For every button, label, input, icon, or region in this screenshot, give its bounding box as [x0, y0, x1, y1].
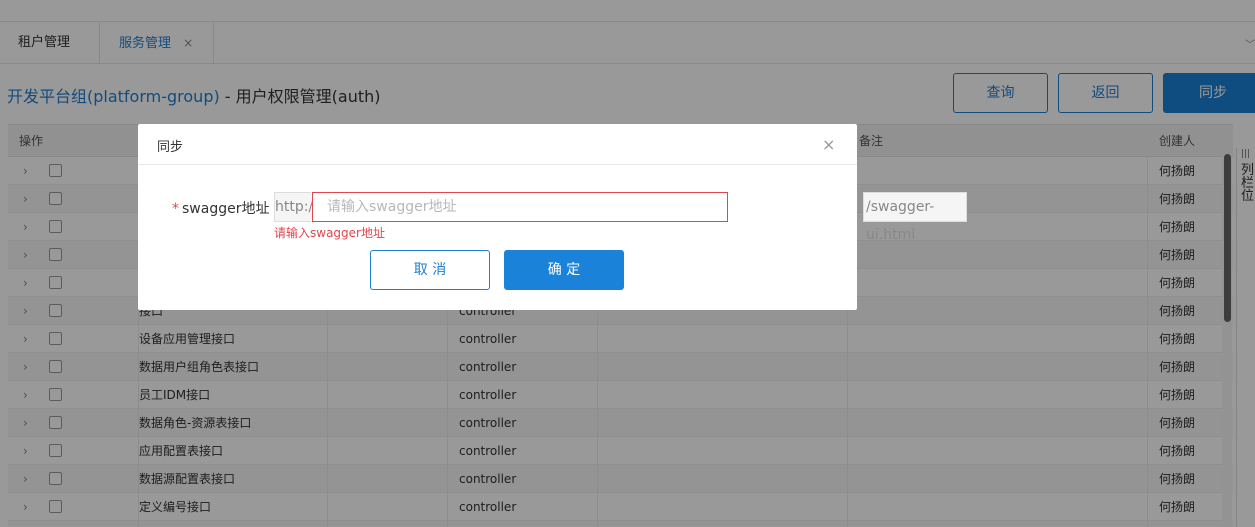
validation-error: 请输入swagger地址 — [274, 226, 385, 240]
field-label-text: swagger地址 — [182, 201, 270, 217]
confirm-button[interactable]: 确 定 — [504, 250, 624, 290]
dialog-title: 同步 — [157, 140, 184, 155]
close-icon[interactable]: × — [822, 135, 835, 154]
swagger-address-label: * swagger地址 — [172, 198, 269, 218]
input-suffix: /swagger-ui.html — [863, 192, 967, 243]
swagger-address-input[interactable] — [312, 192, 728, 222]
input-prefix: http:// — [274, 192, 318, 222]
required-star: * — [172, 201, 179, 217]
dialog-header: 同步 × — [138, 124, 857, 165]
cancel-button[interactable]: 取 消 — [370, 250, 490, 290]
sync-dialog: 同步 × * swagger地址 http:// /swagger-ui.html… — [138, 124, 967, 310]
